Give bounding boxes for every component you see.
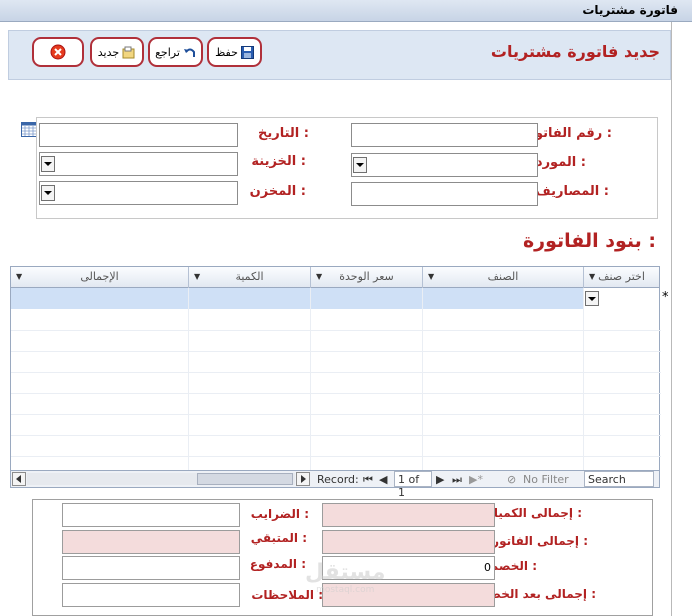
dropdown-arrow-icon[interactable]: [353, 157, 367, 173]
items-grid[interactable]: ▼ الإجمالى ▼ الكمية ▼ سعر الوحدة ▼ الصنف…: [10, 266, 669, 471]
column-label: الكمية: [235, 270, 264, 283]
scroll-right-button[interactable]: [296, 472, 310, 486]
dropdown-arrow-icon[interactable]: [585, 291, 599, 306]
column-label: اختر صنف: [598, 270, 645, 283]
new-record-button[interactable]: ▶*: [469, 473, 483, 486]
grid-header: ▼ الإجمالى ▼ الكمية ▼ سعر الوحدة ▼ الصنف…: [11, 267, 659, 288]
invoice-total-label: إجمالى الفاتورة :: [485, 534, 588, 548]
undo-icon: [183, 48, 195, 57]
watermark-subtext: mostaql.com: [316, 585, 375, 595]
horizontal-scroll-track[interactable]: [27, 473, 295, 485]
window-title: فاتورة مشتريات: [582, 3, 678, 17]
watermark-logo: مستقل mostaql.com: [305, 560, 385, 595]
scroll-left-button[interactable]: [12, 472, 26, 486]
record-position-field[interactable]: 1 of 1: [394, 471, 432, 499]
after-discount-label: إجمالى بعد الخصم :: [479, 587, 596, 601]
column-label: الإجمالى: [80, 270, 119, 283]
grid-line: [11, 372, 661, 373]
store-combo[interactable]: [39, 181, 238, 205]
date-label: التاريخ :: [258, 126, 309, 141]
save-button[interactable]: حفظ: [207, 37, 262, 67]
column-header-unit-price[interactable]: ▼ سعر الوحدة: [310, 267, 422, 288]
expenses-field[interactable]: [351, 182, 538, 206]
supplier-combo[interactable]: [351, 153, 538, 177]
undo-button[interactable]: تراجع: [148, 37, 203, 67]
grid-line: [583, 288, 584, 470]
filter-icon: ⊘: [507, 473, 517, 486]
quantities-total-field: [322, 503, 495, 527]
paid-field[interactable]: [62, 556, 240, 580]
notes-field[interactable]: [62, 583, 240, 607]
grid-line: [11, 330, 661, 331]
grid-line: [188, 288, 189, 470]
next-record-button[interactable]: ▶: [436, 473, 444, 486]
window-right-edge: [671, 22, 692, 616]
save-label: حفظ: [215, 45, 238, 59]
column-header-item[interactable]: ▼ الصنف: [422, 267, 583, 288]
grid-new-row[interactable]: [11, 288, 583, 309]
column-header-select-item[interactable]: ▼ اختر صنف: [583, 267, 659, 288]
new-button[interactable]: جديد: [90, 37, 144, 67]
grid-line: [11, 414, 661, 415]
window-titlebar: فاتورة مشتريات: [0, 0, 692, 22]
save-icon: [240, 45, 254, 59]
grid-line: [11, 456, 661, 457]
treasury-combo[interactable]: [39, 152, 238, 176]
remaining-field: [62, 530, 240, 554]
dropdown-arrow-icon[interactable]: [41, 185, 55, 201]
select-item-cell[interactable]: [583, 288, 659, 309]
scroll-thumb[interactable]: [197, 473, 293, 485]
scroll-right-icon: [301, 475, 306, 483]
record-label: Record:: [317, 473, 359, 486]
first-record-button[interactable]: ⏮: [363, 473, 373, 487]
grid-line: [11, 393, 661, 394]
previous-record-button[interactable]: ◀: [379, 473, 387, 486]
scroll-left-icon: [16, 475, 21, 483]
invoice-number-field[interactable]: [351, 123, 538, 147]
quantities-total-label: إجمالى الكميات :: [481, 506, 582, 520]
remaining-label: المتبقي :: [250, 531, 307, 545]
watermark-text: مستقل: [305, 560, 386, 585]
undo-label: تراجع: [155, 45, 180, 59]
no-filter-button[interactable]: No Filter: [523, 473, 569, 486]
new-label: جديد: [97, 45, 120, 59]
items-section-title: بنود الفاتورة :: [522, 230, 656, 252]
treasury-label: الخزينة :: [251, 154, 306, 169]
grid-line: [11, 351, 661, 352]
supplier-label: المورد :: [535, 155, 586, 170]
discount-label: الخصم :: [489, 559, 538, 573]
record-navigation-bar: Record: ⏮ ◀ 1 of 1 ▶ ⏭ ▶* ⊘ No Filter Se…: [10, 470, 660, 499]
column-label: سعر الوحدة: [339, 270, 394, 283]
grid-line: [422, 288, 423, 470]
form-title: جديد فاتورة مشتريات: [490, 42, 660, 61]
close-button[interactable]: [32, 37, 84, 67]
new-row-marker: *: [662, 290, 669, 305]
expenses-label: المصاريف :: [535, 184, 609, 199]
column-header-quantity[interactable]: ▼ الكمية: [188, 267, 310, 288]
column-label: الصنف: [487, 270, 519, 283]
new-icon: [122, 46, 135, 58]
taxes-label: الضرايب :: [250, 507, 309, 521]
paid-label: المدفوع :: [249, 557, 306, 571]
close-icon: [50, 44, 66, 60]
date-field[interactable]: [39, 123, 238, 147]
calendar-icon[interactable]: [21, 122, 37, 140]
search-field[interactable]: Search: [584, 471, 654, 487]
dropdown-arrow-icon[interactable]: [41, 156, 55, 172]
last-record-button[interactable]: ⏭: [452, 473, 462, 487]
grid-line: [310, 288, 311, 470]
column-header-total[interactable]: ▼ الإجمالى: [11, 267, 188, 288]
grid-line: [11, 435, 661, 436]
taxes-field[interactable]: [62, 503, 240, 527]
invoice-total-field: [322, 530, 495, 554]
store-label: المخزن :: [249, 184, 306, 199]
